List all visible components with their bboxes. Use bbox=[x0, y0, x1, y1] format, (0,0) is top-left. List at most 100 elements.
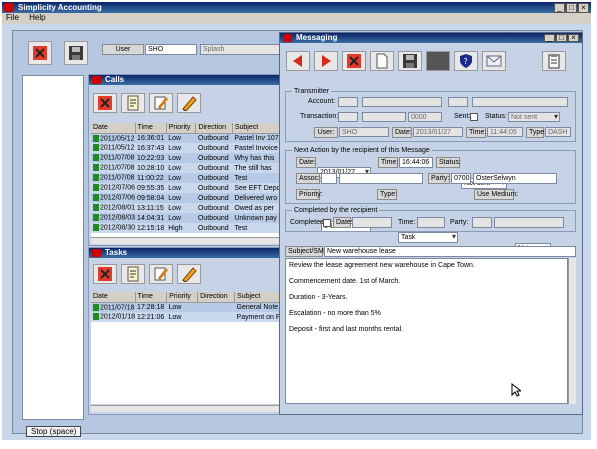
next-button[interactable] bbox=[314, 51, 338, 71]
user-field[interactable]: SHO bbox=[145, 44, 197, 55]
delete-x-icon bbox=[98, 96, 112, 110]
transmitter-time-field[interactable]: 11:44:05 bbox=[487, 127, 523, 137]
status-tooltip-text: Stop (space) bbox=[31, 427, 77, 436]
menu-help[interactable]: Help bbox=[29, 13, 45, 22]
account-extra-field[interactable] bbox=[448, 97, 468, 107]
account-code-field[interactable] bbox=[338, 97, 358, 107]
calls-cell-text: Outbound bbox=[197, 154, 229, 162]
tasks-row[interactable]: 2012/01/18 12:21:06 Low Payment on P bbox=[91, 312, 281, 322]
next-party-code-field[interactable]: 0700 bbox=[451, 173, 471, 184]
calls-row[interactable]: 2011/05/12 16:36:01 Low Outbound Pastel Inv … bbox=[91, 133, 281, 143]
account-name-field[interactable] bbox=[362, 97, 442, 107]
calls-edit-button[interactable] bbox=[149, 93, 173, 113]
next-time-field[interactable]: 16:44:06 bbox=[399, 157, 433, 168]
calls-row[interactable]: 2012/08/01 13:11:15 Low Outbound Owed as per bbox=[91, 203, 281, 213]
transaction-name-field[interactable] bbox=[362, 112, 406, 122]
calls-col-priority[interactable]: Priority bbox=[166, 123, 197, 134]
messaging-help-button[interactable]: ? bbox=[454, 51, 478, 71]
calls-cell-text: Outbound bbox=[197, 184, 229, 192]
calls-row[interactable]: 2012/07/06 09:55:35 Low Outbound See EFT Dep… bbox=[91, 183, 281, 193]
calls-row[interactable]: 2012/07/06 09:58:04 Low Outbound Delivered w… bbox=[91, 193, 281, 203]
menu-file[interactable]: File bbox=[6, 13, 19, 22]
assoc-code-field[interactable] bbox=[321, 173, 337, 184]
calls-cell: Low bbox=[166, 193, 196, 203]
completed-checkbox[interactable] bbox=[323, 219, 331, 227]
delete-button[interactable] bbox=[28, 41, 52, 65]
tasks-col-subject[interactable]: Subject bbox=[234, 292, 281, 303]
tasks-col-time[interactable]: Time bbox=[135, 292, 168, 303]
calls-pencil-button[interactable] bbox=[177, 93, 201, 113]
tasks-col-date[interactable]: Date bbox=[91, 292, 136, 303]
pencil-icon bbox=[182, 267, 197, 282]
next-party-name-field[interactable]: OsterSelwyn bbox=[473, 173, 557, 184]
calls-row[interactable]: 2012/08/30 12:15:18 High Outbound Test bbox=[91, 223, 281, 233]
transmitter-date-field[interactable]: 2013/01/27 bbox=[413, 127, 463, 137]
maximize-button[interactable]: □ bbox=[566, 3, 577, 13]
calls-cell: Low bbox=[166, 153, 196, 163]
flag-icon bbox=[93, 224, 99, 232]
tasks-icon bbox=[92, 249, 101, 257]
transaction-type-field[interactable] bbox=[338, 112, 358, 122]
calls-col-time[interactable]: Time bbox=[135, 123, 167, 134]
calls-cell-text: 14:04:31 bbox=[137, 214, 165, 222]
completed-party-field[interactable] bbox=[472, 217, 492, 228]
calls-cell-text: 13:11:15 bbox=[137, 204, 164, 212]
tasks-table: Date Time Priority Direction Subject 201… bbox=[91, 292, 281, 322]
messaging-close-button[interactable]: × bbox=[568, 34, 579, 42]
tasks-delete-button[interactable] bbox=[93, 264, 117, 284]
completed-time-field[interactable] bbox=[417, 217, 445, 228]
calls-col-subject[interactable]: Subject bbox=[232, 123, 281, 134]
previous-button[interactable] bbox=[286, 51, 310, 71]
messaging-delete-button[interactable] bbox=[342, 51, 366, 71]
tasks-cell: General Note bbox=[234, 302, 281, 312]
tasks-hscroll[interactable] bbox=[91, 405, 281, 412]
tasks-new-button[interactable] bbox=[121, 264, 145, 284]
messaging-save-button[interactable] bbox=[398, 51, 422, 71]
completed-party-name-field[interactable] bbox=[494, 217, 564, 228]
calls-cell: 2012/08/01 bbox=[91, 203, 136, 213]
tasks-edit-button[interactable] bbox=[149, 264, 173, 284]
account-extra-name-field[interactable] bbox=[472, 97, 568, 107]
assoc-name-field[interactable] bbox=[339, 173, 423, 184]
tasks-col-priority[interactable]: Priority bbox=[166, 292, 199, 303]
calls-delete-button[interactable] bbox=[93, 93, 117, 113]
left-list-pane[interactable] bbox=[22, 75, 84, 420]
tasks-row[interactable]: 2011/07/18 17:28:18 Low General Note bbox=[91, 302, 281, 312]
tasks-cell bbox=[197, 312, 235, 322]
calls-hscroll[interactable] bbox=[91, 237, 281, 244]
close-button[interactable]: × bbox=[578, 3, 589, 13]
subject-field[interactable]: New warehouse lease bbox=[324, 246, 576, 257]
calls-cell-text: 09:58:04 bbox=[137, 194, 165, 202]
splash-field[interactable]: Splash bbox=[200, 44, 282, 55]
calls-row[interactable]: 2011/05/12 16:37:43 Low Outbound Pastel Invo… bbox=[91, 143, 281, 153]
transmitter-user-field[interactable]: SHO bbox=[339, 127, 389, 137]
calls-col-date[interactable]: Date bbox=[91, 123, 136, 134]
messaging-email-button[interactable] bbox=[482, 51, 506, 71]
calls-row[interactable]: 2011/07/08 10:28:10 Low Outbound The still h… bbox=[91, 163, 281, 173]
next-type-select[interactable]: Task bbox=[398, 232, 458, 243]
assoc-label: Assoc: bbox=[296, 173, 320, 184]
message-body-scrollbar[interactable] bbox=[568, 258, 576, 404]
messaging-title: Messaging bbox=[296, 33, 338, 42]
messaging-maximize-button[interactable]: □ bbox=[556, 34, 567, 42]
transmitter-type-field[interactable]: DASH bbox=[545, 127, 571, 137]
transaction-number-field[interactable]: 0000 bbox=[408, 112, 442, 122]
calls-row[interactable]: 2011/07/08 10:22:03 Low Outbound Why has thi… bbox=[91, 153, 281, 163]
messaging-notes-button[interactable] bbox=[542, 51, 566, 71]
calls-row[interactable]: 2012/08/03 14:04:31 Low Outbound Unknown pay bbox=[91, 213, 281, 223]
transaction-label: Transaction: bbox=[300, 113, 339, 120]
tasks-pencil-button[interactable] bbox=[177, 264, 201, 284]
sent-checkbox[interactable] bbox=[470, 113, 478, 121]
messaging-minimize-button[interactable]: _ bbox=[544, 34, 555, 42]
save-button[interactable] bbox=[64, 41, 88, 65]
calls-row[interactable]: 2011/07/08 11:00:22 Low Outbound Test bbox=[91, 173, 281, 183]
calls-new-button[interactable] bbox=[121, 93, 145, 113]
tasks-col-direction[interactable]: Direction bbox=[197, 292, 236, 303]
message-body[interactable]: Review the lease agreement new warehouse… bbox=[285, 258, 568, 404]
messaging-blank-button[interactable] bbox=[426, 51, 450, 71]
calls-col-direction[interactable]: Direction bbox=[195, 123, 233, 134]
minimize-button[interactable]: _ bbox=[554, 3, 565, 13]
completed-date-field[interactable] bbox=[352, 217, 392, 228]
transmitter-status-select[interactable]: Not sent bbox=[508, 112, 560, 122]
messaging-new-button[interactable] bbox=[370, 51, 394, 71]
